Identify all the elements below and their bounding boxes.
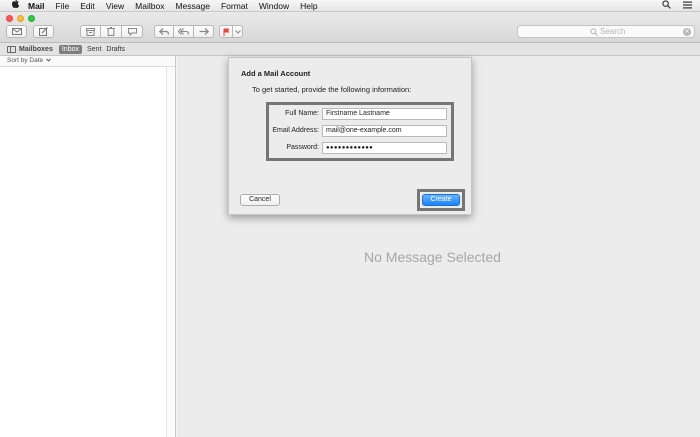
mailboxes-label: Mailboxes — [19, 45, 53, 53]
flag-menu-button[interactable] — [233, 25, 243, 38]
spotlight-search-icon[interactable] — [662, 0, 671, 12]
chevron-down-icon — [46, 58, 51, 62]
sort-label: Sort by Date — [7, 57, 44, 64]
trash-icon — [107, 27, 115, 36]
reply-all-icon — [178, 28, 189, 35]
compose-icon — [39, 27, 48, 36]
favorites-bar: Mailboxes Inbox Sent Drafts — [0, 43, 700, 56]
zoom-window-button[interactable] — [28, 15, 35, 22]
menu-edit[interactable]: Edit — [80, 0, 95, 12]
dialog-intro: To get started, provide the following in… — [252, 85, 412, 94]
message-list-scrollbar[interactable] — [166, 67, 175, 437]
search-field[interactable]: Search ✕ — [517, 25, 695, 38]
account-form-highlight: Full Name: Firstname Lastname Email Addr… — [266, 102, 454, 161]
forward-icon — [199, 28, 209, 35]
cancel-button[interactable]: Cancel — [240, 194, 280, 206]
get-mail-icon — [11, 28, 22, 35]
menu-file[interactable]: File — [56, 0, 70, 12]
add-mail-account-dialog: Add a Mail Account To get started, provi… — [228, 57, 472, 215]
junk-icon — [127, 27, 137, 36]
password-field[interactable]: ●●●●●●●●●●●● — [322, 141, 447, 154]
password-label: Password: — [286, 144, 319, 151]
email-address-field[interactable]: mail@one-example.com — [322, 124, 447, 137]
get-mail-button[interactable] — [6, 25, 27, 38]
full-name-row: Full Name: Firstname Lastname — [269, 107, 447, 120]
archive-button[interactable] — [80, 25, 101, 38]
menu-app-mail[interactable]: Mail — [28, 0, 45, 12]
apple-icon[interactable] — [9, 0, 21, 13]
search-icon — [590, 28, 598, 36]
email-address-label: Email Address: — [272, 127, 319, 134]
window-controls — [6, 15, 35, 22]
archive-icon — [86, 27, 95, 36]
close-window-button[interactable] — [6, 15, 13, 22]
mailboxes-button[interactable]: Mailboxes — [7, 45, 53, 53]
sidebar-icon — [7, 45, 16, 53]
sort-by-menu[interactable]: Sort by Date — [0, 56, 175, 67]
dialog-title: Add a Mail Account — [241, 69, 311, 78]
notification-list-icon[interactable] — [683, 0, 692, 12]
favorite-drafts[interactable]: Drafts — [106, 45, 125, 54]
favorite-sent[interactable]: Sent — [87, 45, 101, 54]
flag-icon — [223, 28, 229, 36]
reply-button[interactable] — [154, 25, 174, 38]
message-list[interactable]: Sort by Date — [0, 56, 176, 437]
forward-button[interactable] — [194, 25, 214, 38]
create-button[interactable]: Create — [422, 194, 460, 206]
minimize-window-button[interactable] — [17, 15, 24, 22]
menu-help[interactable]: Help — [300, 0, 317, 12]
full-name-label: Full Name: — [285, 110, 319, 117]
full-name-field[interactable]: Firstname Lastname — [322, 107, 447, 120]
menu-bar: Mail File Edit View Mailbox Message Form… — [0, 0, 700, 12]
reply-forward-group — [154, 25, 214, 38]
menu-format[interactable]: Format — [221, 0, 248, 12]
reply-all-button[interactable] — [174, 25, 194, 38]
reply-icon — [159, 28, 169, 35]
create-button-highlight: Create — [417, 189, 465, 211]
menu-window[interactable]: Window — [259, 0, 289, 12]
toolbar: Search ✕ — [0, 12, 700, 43]
menu-view[interactable]: View — [106, 0, 124, 12]
archive-trash-junk-group — [80, 25, 143, 38]
menu-message[interactable]: Message — [175, 0, 210, 12]
email-row: Email Address: mail@one-example.com — [269, 124, 447, 137]
compose-button[interactable] — [33, 25, 54, 38]
no-message-selected-text: No Message Selected — [364, 249, 501, 265]
search-placeholder: Search — [600, 27, 626, 36]
favorite-inbox[interactable]: Inbox — [58, 44, 82, 54]
junk-button[interactable] — [122, 25, 143, 38]
clear-search-icon[interactable]: ✕ — [683, 28, 691, 36]
flag-button[interactable] — [219, 25, 233, 38]
chevron-down-icon — [234, 29, 241, 34]
menu-mailbox[interactable]: Mailbox — [135, 0, 164, 12]
flag-group — [219, 25, 243, 38]
password-row: Password: ●●●●●●●●●●●● — [269, 141, 447, 154]
trash-button[interactable] — [101, 25, 122, 38]
